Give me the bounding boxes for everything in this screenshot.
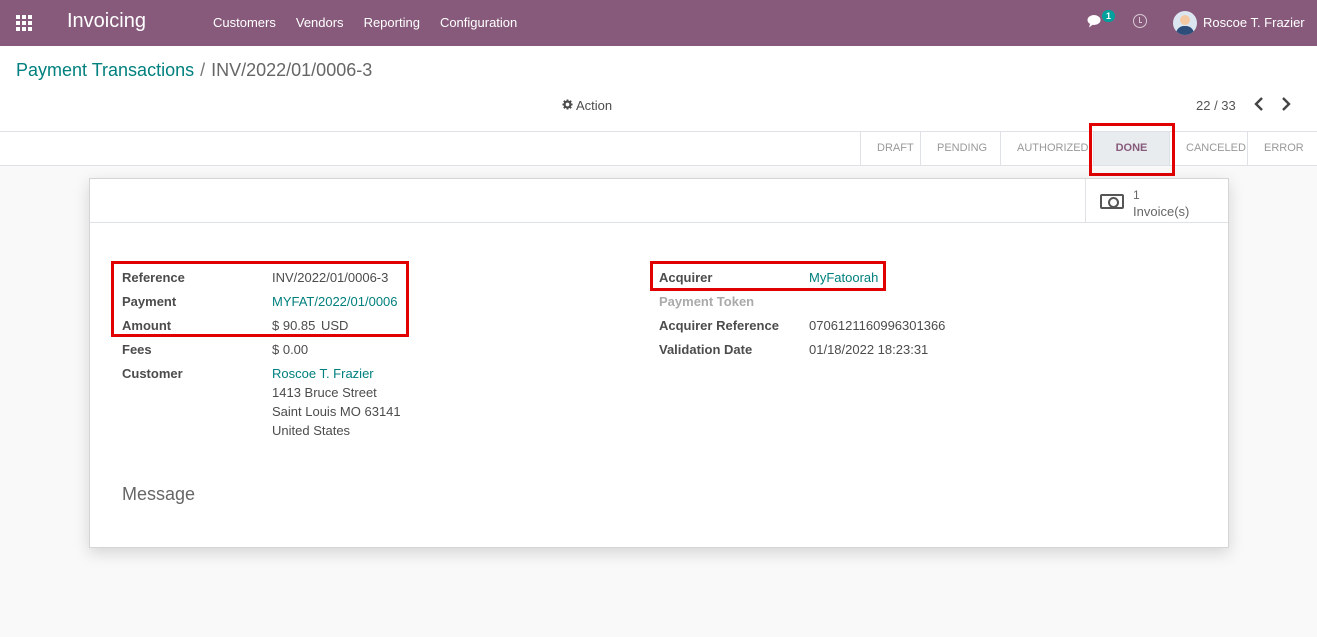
- app-title[interactable]: Invoicing: [67, 10, 146, 33]
- customer-country: United States: [272, 423, 351, 438]
- control-panel: Payment Transactions / INV/2022/01/0006-3 …: [0, 46, 1317, 132]
- highlight-box-acquirer: [650, 261, 886, 291]
- breadcrumb-current: INV/2022/01/0006-3: [211, 60, 373, 80]
- validation-date-label: Validation Date: [659, 342, 753, 357]
- stage-canceled[interactable]: CANCELED: [1169, 132, 1247, 165]
- message-title: Message: [122, 484, 196, 504]
- user-avatar[interactable]: [1173, 11, 1197, 35]
- invoice-count: 1: [1133, 188, 1140, 202]
- menu-item-vendors[interactable]: Vendors: [296, 15, 344, 30]
- validation-date-value: 01/18/2022 18:23:31: [809, 342, 929, 357]
- breadcrumb-parent-link[interactable]: Payment Transactions: [16, 60, 194, 80]
- activity-clock-icon[interactable]: [1133, 14, 1147, 28]
- stage-draft[interactable]: DRAFT: [860, 132, 920, 165]
- menu-item-customers[interactable]: Customers: [213, 15, 276, 30]
- money-icon: [1100, 194, 1124, 209]
- invoices-smart-button[interactable]: 1 Invoice(s): [1085, 179, 1228, 223]
- customer-city: Saint Louis MO 63141: [272, 404, 401, 419]
- fees-value: $ 0.00: [272, 342, 309, 357]
- breadcrumb-separator: /: [200, 60, 206, 80]
- main-menu: Customers Vendors Reporting Configuratio…: [213, 15, 517, 30]
- pager-previous-icon[interactable]: [1252, 96, 1266, 112]
- button-box: 1 Invoice(s): [90, 179, 1228, 223]
- payment-token-label: Payment Token: [659, 294, 755, 309]
- cog-icon: [562, 99, 573, 110]
- menu-item-reporting[interactable]: Reporting: [364, 15, 420, 30]
- stage-authorized[interactable]: AUTHORIZED: [1000, 132, 1093, 165]
- form-sheet: 1 Invoice(s) Reference INV/2022/01/0006-…: [89, 178, 1229, 548]
- stage-pending[interactable]: PENDING: [920, 132, 1000, 165]
- user-name[interactable]: Roscoe T. Frazier: [1203, 15, 1305, 30]
- customer-link[interactable]: Roscoe T. Frazier: [272, 366, 374, 381]
- chat-count-badge: 1: [1102, 10, 1116, 22]
- breadcrumb: Payment Transactions / INV/2022/01/0006-3: [16, 60, 372, 81]
- pager-next-icon[interactable]: [1279, 96, 1293, 112]
- action-button[interactable]: Action: [562, 98, 612, 113]
- invoice-label: Invoice(s): [1133, 204, 1190, 219]
- apps-menu-icon[interactable]: [16, 15, 34, 31]
- highlight-box-done: [1089, 123, 1175, 176]
- top-navbar: Invoicing Customers Vendors Reporting Co…: [0, 0, 1317, 46]
- action-label: Action: [576, 98, 613, 113]
- acquirer-reference-value: 0706121160996301366: [809, 318, 946, 333]
- menu-item-configuration[interactable]: Configuration: [440, 15, 517, 30]
- acquirer-reference-label: Acquirer Reference: [659, 318, 779, 333]
- highlight-box-reference-payment-amount: [111, 261, 409, 337]
- stage-error[interactable]: ERROR: [1247, 132, 1317, 165]
- customer-label: Customer: [122, 366, 183, 381]
- fees-label: Fees: [122, 342, 152, 357]
- customer-street: 1413 Bruce Street: [272, 385, 377, 400]
- pager-value[interactable]: 22 / 33: [1196, 98, 1236, 113]
